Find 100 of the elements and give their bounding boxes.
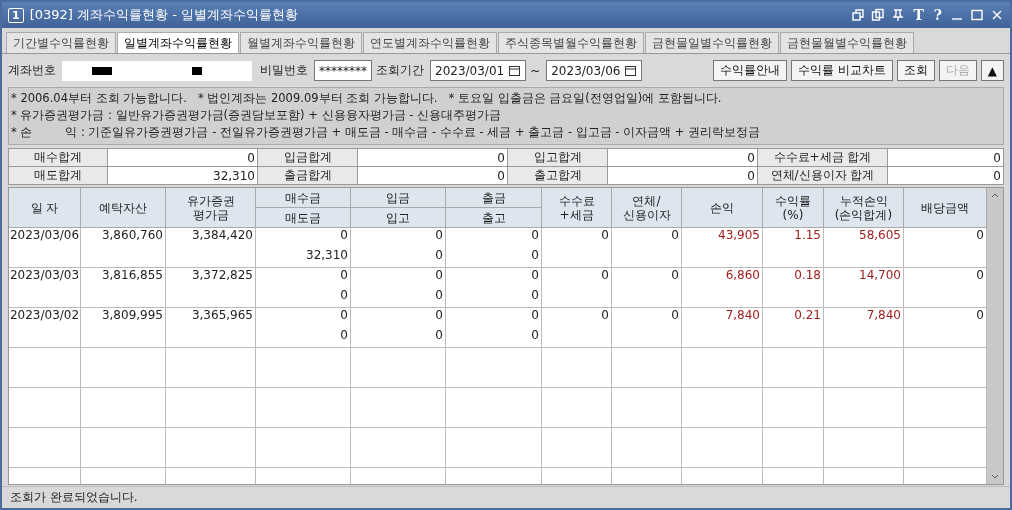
table-cell: 0	[446, 328, 542, 348]
scrollbar[interactable]	[987, 188, 1003, 484]
table-cell: 2023/03/03	[9, 268, 81, 308]
table-cell: 0	[256, 308, 351, 328]
column-header: 누적손익 (손익합계)	[824, 188, 904, 228]
summary-label: 입금합계	[258, 149, 358, 167]
table-cell: 3,860,760	[81, 228, 166, 268]
empty-cell	[612, 388, 682, 428]
table-cell: 2023/03/02	[9, 308, 81, 348]
empty-cell	[9, 348, 81, 388]
table-cell: 58,605	[824, 228, 904, 268]
summary-value: 0	[358, 167, 508, 185]
table-cell: 0.18	[763, 268, 824, 308]
empty-cell	[9, 428, 81, 468]
table-cell: 2023/03/06	[9, 228, 81, 268]
column-header: 입고	[351, 208, 446, 228]
column-header: 출고	[446, 208, 542, 228]
summary-value: 0	[108, 149, 258, 167]
summary-label: 출금합계	[258, 167, 358, 185]
table-cell: 3,809,995	[81, 308, 166, 348]
note-text: * 손 익 : 기준일유가증권평가금 - 전일유가증권평가금 + 매도금 - 매수금 - 수수료 - 세금 + 출고금 - 입고금 - 이자금액 + 권리락보정금	[11, 125, 762, 140]
column-header: 매수금	[256, 188, 351, 208]
field-label: 조회기간	[376, 62, 424, 79]
table-cell: 0	[446, 308, 542, 328]
table-cell: 0.21	[763, 308, 824, 348]
column-header: 배당금액	[904, 188, 987, 228]
table-cell: 1.15	[763, 228, 824, 268]
account-field[interactable]	[62, 60, 252, 81]
summary-value: 32,310	[108, 167, 258, 185]
tab[interactable]: 연도별계좌수익률현황	[363, 32, 497, 53]
table-cell: 0	[446, 288, 542, 308]
calendar-icon	[508, 64, 522, 77]
empty-cell	[9, 388, 81, 428]
table-cell: 3,365,965	[166, 308, 256, 348]
empty-cell	[763, 428, 824, 468]
column-header: 손익	[682, 188, 763, 228]
field-label: 계좌번호	[8, 62, 56, 79]
note-text: * 2006.04부터 조회 가능합니다. * 법인계좌는 2009.09부터 조회 가능합니다. * 토요일 입출금은 금요일(전영업일)에 포함됩니다.	[11, 91, 723, 106]
query-button[interactable]: 조회	[896, 60, 935, 81]
password-field[interactable]: ********	[314, 60, 372, 81]
tab[interactable]: 일별계좌수익률현황	[117, 32, 239, 53]
table-cell: 0	[351, 248, 446, 268]
note-text: * 유가증권평가금 : 일반유가증권평가금(증권담보포함) + 신용융자평가금 - 신용대주평가금	[11, 108, 502, 123]
field-label: 비밀번호	[260, 62, 308, 79]
table-cell: 0	[351, 268, 446, 288]
tab[interactable]: 월별계좌수익률현황	[240, 32, 362, 53]
table-cell: 0	[446, 268, 542, 288]
table-cell: 3,372,825	[166, 268, 256, 308]
table-cell: 0	[256, 328, 351, 348]
table-cell: 0	[542, 308, 612, 348]
date-field[interactable]: 2023/03/01	[430, 60, 527, 81]
date-field[interactable]: 2023/03/06	[546, 60, 643, 81]
tool-button[interactable]: ?	[931, 7, 944, 23]
tab[interactable]: 금현물월별수익률현황	[780, 32, 914, 53]
table-cell: 0	[542, 228, 612, 268]
restore-icon[interactable]	[851, 8, 866, 22]
table-cell: 0	[256, 268, 351, 288]
query-button[interactable]: 수익률 비교차트	[790, 60, 893, 81]
summary-label: 연체/신용이자 합계	[758, 167, 888, 185]
close-icon[interactable]	[990, 8, 1004, 22]
tab[interactable]: 금현물일별수익률현황	[645, 32, 779, 53]
status-message: 조회가 완료되었습니다.	[2, 486, 1010, 508]
summary-value: 0	[358, 149, 508, 167]
query-button[interactable]: ▲	[980, 60, 1004, 81]
tab[interactable]: 주식종목별월수익률현황	[498, 32, 644, 53]
table-cell: 7,840	[824, 308, 904, 348]
table-cell: 3,384,420	[166, 228, 256, 268]
summary-label: 출고합계	[508, 167, 608, 185]
window-number: 1	[8, 7, 24, 23]
table-cell: 0	[612, 268, 682, 308]
maximize-icon[interactable]	[970, 8, 984, 22]
table-cell: 0	[256, 288, 351, 308]
table-cell: 7,840	[682, 308, 763, 348]
table-cell: 0	[612, 228, 682, 268]
empty-cell	[763, 388, 824, 428]
table-cell: 0	[351, 228, 446, 248]
summary-value: 0	[888, 167, 1004, 185]
tool-button[interactable]: T	[911, 7, 926, 23]
column-header: 연체/ 신용이자	[612, 188, 682, 228]
table-cell: 14,700	[824, 268, 904, 308]
table-cell: 0	[542, 268, 612, 308]
table-cell: 6,860	[682, 268, 763, 308]
empty-cell	[542, 348, 612, 388]
empty-cell	[612, 348, 682, 388]
column-header: 수수료 +세금	[542, 188, 612, 228]
summary-value: 0	[608, 167, 758, 185]
summary-label: 수수료+세금 합계	[758, 149, 888, 167]
calendar-icon	[624, 64, 638, 77]
table-cell: 32,310	[256, 248, 351, 268]
column-header: 출금	[446, 188, 542, 208]
query-button[interactable]: 수익률안내	[712, 60, 787, 81]
summary-value: 0	[608, 149, 758, 167]
pin-icon[interactable]	[891, 8, 906, 22]
copy-icon[interactable]	[871, 8, 886, 22]
tab[interactable]: 기간별수익률현황	[6, 32, 116, 53]
table-cell: 0	[612, 308, 682, 348]
column-header: 예탁자산	[81, 188, 166, 228]
summary-label: 매수합계	[9, 149, 108, 167]
table-cell: 43,905	[682, 228, 763, 268]
table-cell: 0	[351, 288, 446, 308]
